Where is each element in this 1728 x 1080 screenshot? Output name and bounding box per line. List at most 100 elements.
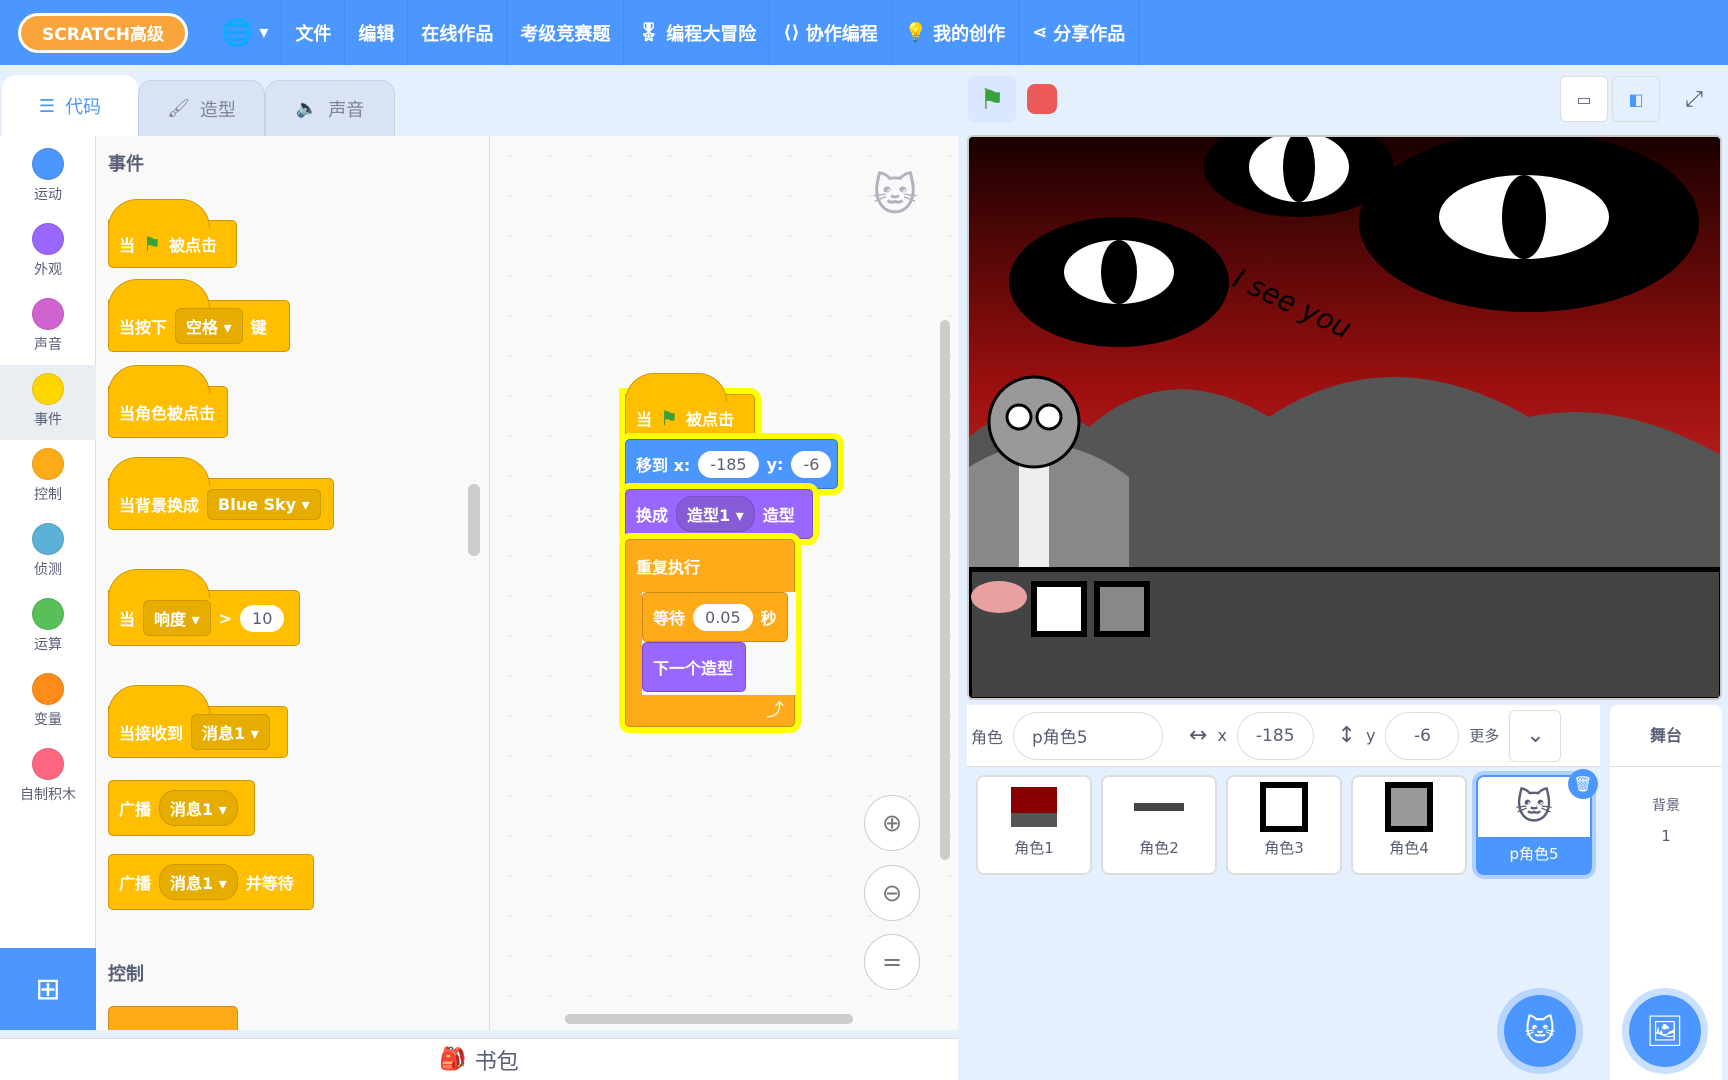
- category-6[interactable]: 运算: [0, 590, 96, 665]
- menu-my-creations[interactable]: 💡 我的创作: [892, 0, 1020, 65]
- menu-file[interactable]: 文件: [282, 0, 346, 65]
- message-dropdown[interactable]: 消息1 ▾: [191, 714, 270, 750]
- costume-dropdown[interactable]: 造型1 ▾: [676, 496, 755, 532]
- block-text: 造型: [762, 506, 795, 525]
- reset-icon: =: [881, 948, 903, 976]
- script-wait[interactable]: 等待 0.05 秒: [642, 592, 788, 642]
- category-menu: 运动 外观 声音 事件 控制侦测运算 变量 自制积木: [0, 136, 96, 948]
- delete-sprite-button[interactable]: 🗑: [1568, 769, 1598, 799]
- tab-costumes[interactable]: 🖌 造型: [138, 80, 265, 137]
- category-dot-icon: [32, 448, 64, 480]
- sprite-tile[interactable]: 角色2: [1101, 775, 1217, 875]
- palette-scrollbar[interactable]: [468, 484, 480, 556]
- sprite-thumbnail: [1228, 777, 1340, 837]
- section-control: 控制: [108, 964, 144, 985]
- wait-input[interactable]: 0.05: [693, 603, 753, 631]
- sprite-tile-label: p角色5: [1478, 837, 1590, 873]
- category-0[interactable]: 运动: [0, 140, 96, 215]
- add-backdrop-button[interactable]: 🖼: [1629, 995, 1701, 1067]
- normal-stage-button[interactable]: ◧: [1612, 76, 1660, 122]
- backpack-label: 书包: [474, 1049, 519, 1075]
- block-when-backdrop-switches[interactable]: 当背景换成 Blue Sky ▾: [108, 457, 334, 530]
- vertical-arrows-icon: ↕: [1337, 723, 1356, 748]
- sprite-tile-label: 角色4: [1389, 839, 1429, 857]
- zoom-in-button[interactable]: ⊕: [864, 795, 920, 851]
- sprite-name-input[interactable]: p角色5: [1013, 711, 1164, 760]
- menu-collab[interactable]: ⟨⟩ 协作编程: [770, 0, 892, 65]
- script-next-costume[interactable]: 下一个造型: [642, 642, 746, 692]
- category-5[interactable]: 侦测: [0, 515, 96, 590]
- category-label: 侦测: [34, 562, 62, 578]
- sprite-tile-label: 角色3: [1264, 839, 1304, 857]
- y-label: y: [1365, 726, 1376, 745]
- backdrop-dropdown[interactable]: Blue Sky ▾: [207, 488, 321, 520]
- category-7[interactable]: 变量: [0, 665, 96, 740]
- block-broadcast-and-wait[interactable]: 广播 消息1 ▾ 并等待: [108, 854, 314, 910]
- menu-adventure[interactable]: 🎖 编程大冒险: [624, 0, 771, 65]
- block-text: >: [218, 608, 233, 628]
- tab-sounds[interactable]: 🔈 声音: [265, 80, 395, 137]
- language-menu[interactable]: 🌐 ▾: [208, 0, 283, 65]
- x-input[interactable]: -185: [1236, 711, 1314, 760]
- category-2[interactable]: 声音: [0, 290, 96, 365]
- tab-label: 声音: [328, 99, 365, 121]
- sprite-tile[interactable]: 角色3: [1226, 775, 1342, 875]
- script-when-flag-clicked[interactable]: 当 ⚑ 被点击: [625, 373, 755, 442]
- zoom-reset-button[interactable]: =: [864, 934, 920, 990]
- block-when-sprite-clicked[interactable]: 当角色被点击: [108, 365, 228, 438]
- x-input[interactable]: -185: [698, 450, 759, 478]
- block-when-receive[interactable]: 当接收到 消息1 ▾: [108, 685, 288, 758]
- key-dropdown[interactable]: 空格 ▾: [175, 308, 243, 344]
- block-when-key-pressed[interactable]: 当按下 空格 ▾ 键: [108, 279, 290, 352]
- block-text: 当: [119, 236, 136, 255]
- category-1[interactable]: 外观: [0, 215, 96, 290]
- sprite-thumbnail: [978, 777, 1090, 837]
- code-icon: ☰: [38, 95, 56, 117]
- script-switch-costume[interactable]: 换成 造型1 ▾ 造型: [625, 489, 813, 539]
- block-wait[interactable]: [108, 1006, 238, 1030]
- dropdown-value: 空格: [186, 318, 219, 337]
- category-3[interactable]: 事件: [0, 365, 96, 440]
- vertical-scrollbar[interactable]: [940, 320, 950, 860]
- menu-online-works[interactable]: 在线作品: [408, 0, 508, 65]
- zoom-out-button[interactable]: ⊖: [864, 865, 920, 921]
- add-sprite-button[interactable]: 🐱: [1504, 995, 1576, 1067]
- category-4[interactable]: 控制: [0, 440, 96, 515]
- script-goto-xy[interactable]: 移到 x: -185 y: -6: [625, 439, 838, 489]
- horizontal-scrollbar[interactable]: [565, 1014, 853, 1024]
- category-8[interactable]: 自制积木: [0, 740, 96, 815]
- y-input[interactable]: -6: [791, 450, 832, 478]
- menu-share[interactable]: ⋖ 分享作品: [1019, 0, 1140, 65]
- tab-code[interactable]: ☰ 代码: [2, 75, 138, 137]
- stage-canvas[interactable]: I see you: [967, 135, 1722, 700]
- menu-exam[interactable]: 考级竞赛题: [507, 0, 625, 65]
- dropdown-value: 消息1: [202, 724, 246, 743]
- add-extension-button[interactable]: ⊞: [0, 948, 96, 1030]
- menu-edit[interactable]: 编辑: [345, 0, 409, 65]
- message-dropdown[interactable]: 消息1 ▾: [159, 864, 238, 900]
- block-broadcast[interactable]: 广播 消息1 ▾: [108, 780, 255, 836]
- sprite-tile[interactable]: 角色4: [1351, 775, 1467, 875]
- category-dot-icon: [32, 148, 64, 180]
- menu-label: 协作编程: [805, 23, 878, 45]
- block-when-loudness[interactable]: 当响度 ▾ >10: [108, 569, 300, 646]
- expand-button[interactable]: ⌄: [1509, 709, 1562, 762]
- small-stage-button[interactable]: ▭: [1560, 76, 1608, 122]
- dropdown-value: 响度: [154, 610, 187, 629]
- sensor-dropdown[interactable]: 响度 ▾: [143, 600, 211, 636]
- green-flag-button[interactable]: ⚑: [968, 76, 1016, 122]
- globe-icon: 🌐: [221, 17, 254, 48]
- block-text: 重复执行: [636, 558, 701, 577]
- backpack[interactable]: 🎒 书包: [0, 1038, 958, 1080]
- block-when-flag-clicked[interactable]: 当 ⚑ 被点击: [108, 199, 237, 268]
- stop-button[interactable]: [1018, 76, 1066, 122]
- fullscreen-button[interactable]: ⤢: [1670, 76, 1718, 122]
- sprite-tile[interactable]: 角色1: [976, 775, 1092, 875]
- scratch-logo[interactable]: SCRATCH高级: [18, 12, 188, 53]
- block-text: 当按下: [119, 318, 168, 337]
- script-area[interactable]: 🐱 当 ⚑ 被点击 移到 x: -185 y: -6 换成 造型1 ▾ 造型 重复执行 ⤴ 等…: [490, 136, 958, 1030]
- message-dropdown[interactable]: 消息1 ▾: [159, 790, 238, 826]
- value-input[interactable]: 10: [240, 604, 285, 632]
- y-input[interactable]: -6: [1385, 711, 1460, 760]
- sprite-tile[interactable]: 🐱 p角色5 🗑: [1476, 769, 1598, 875]
